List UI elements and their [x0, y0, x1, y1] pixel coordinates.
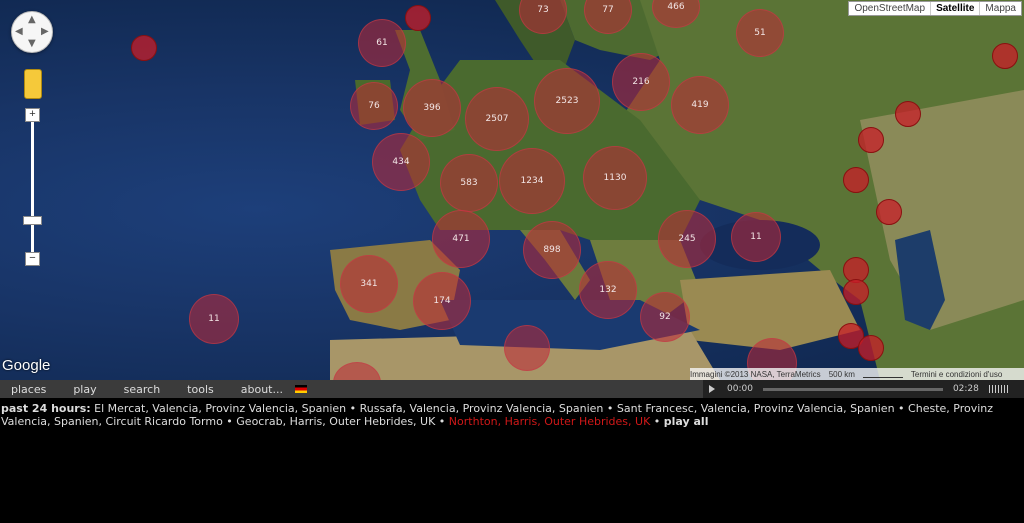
- volume-icon[interactable]: [988, 385, 1009, 393]
- map-type-openstreetmap[interactable]: OpenStreetMap: [849, 2, 930, 15]
- pan-right-icon[interactable]: ▶: [41, 27, 49, 37]
- recent-place-link-active[interactable]: Northton, Harris, Outer Hebrides, UK: [449, 415, 651, 428]
- scale-label: 500 km: [828, 369, 855, 379]
- attribution-text: Immagini ©2013 NASA, TerraMetrics: [690, 369, 821, 379]
- marker[interactable]: [131, 35, 157, 61]
- street-view-pegman-icon[interactable]: [24, 69, 42, 99]
- total-time: 02:28: [952, 384, 979, 394]
- play-all-link[interactable]: play all: [664, 415, 709, 428]
- marker-cluster[interactable]: 1130: [583, 146, 647, 210]
- marker-cluster[interactable]: 471: [432, 210, 490, 268]
- marker-cluster[interactable]: 132: [579, 261, 637, 319]
- marker[interactable]: [895, 101, 921, 127]
- pan-left-icon[interactable]: ◀: [15, 27, 23, 37]
- terms-link[interactable]: Termini e condizioni d'uso: [911, 370, 1002, 379]
- menu-tools[interactable]: tools: [176, 383, 230, 396]
- marker-cluster[interactable]: 76: [350, 82, 398, 130]
- recent-place-link[interactable]: Russafa, Valencia, Provinz Valencia, Spa…: [360, 402, 604, 415]
- marker-cluster[interactable]: [504, 325, 550, 371]
- menu-search[interactable]: search: [113, 383, 177, 396]
- marker-cluster[interactable]: 216: [612, 53, 670, 111]
- german-flag-icon[interactable]: [294, 385, 307, 393]
- zoom-slider-knob[interactable]: [23, 216, 42, 225]
- marker-cluster[interactable]: 61: [358, 19, 406, 67]
- zoom-in-button[interactable]: +: [25, 108, 40, 122]
- map-view[interactable]: 73 77 466 61 51 76 396 2523 216 419 2507…: [0, 0, 1024, 380]
- marker-cluster[interactable]: 898: [523, 221, 581, 279]
- pan-down-icon[interactable]: ▼: [28, 39, 36, 49]
- menu-play[interactable]: play: [62, 383, 112, 396]
- marker[interactable]: [858, 335, 884, 361]
- marker[interactable]: [405, 5, 431, 31]
- marker[interactable]: [992, 43, 1018, 69]
- map-attribution: Immagini ©2013 NASA, TerraMetrics 500 km…: [690, 368, 1024, 380]
- recent-label: past 24 hours:: [1, 402, 91, 415]
- pan-up-icon[interactable]: ▲: [28, 15, 36, 25]
- recent-place-link[interactable]: El Mercat, Valencia, Provinz Valencia, S…: [94, 402, 346, 415]
- menu-bar: places play search tools about...: [0, 380, 703, 398]
- marker[interactable]: [843, 279, 869, 305]
- progress-track[interactable]: [762, 387, 943, 391]
- marker-cluster[interactable]: 51: [736, 9, 784, 57]
- current-time: 00:00: [727, 384, 753, 394]
- map-type-control: OpenStreetMap Satellite Mappa: [848, 1, 1022, 16]
- marker-cluster[interactable]: 583: [440, 154, 498, 212]
- zoom-out-button[interactable]: −: [25, 252, 40, 266]
- marker-cluster[interactable]: 245: [658, 210, 716, 268]
- map-type-satellite[interactable]: Satellite: [930, 2, 979, 15]
- recent-places: past 24 hours: El Mercat, Valencia, Prov…: [1, 402, 994, 428]
- marker-cluster[interactable]: 11: [189, 294, 239, 344]
- marker[interactable]: [843, 167, 869, 193]
- scale-bar: [862, 371, 903, 378]
- google-logo: Google: [2, 357, 51, 374]
- menu-places[interactable]: places: [0, 383, 62, 396]
- marker[interactable]: [858, 127, 884, 153]
- map-type-mappa[interactable]: Mappa: [979, 2, 1021, 15]
- marker-cluster[interactable]: 2507: [465, 87, 529, 151]
- zoom-slider-track[interactable]: [31, 113, 34, 258]
- audio-player: 00:00 02:28: [703, 380, 1024, 398]
- recent-place-link[interactable]: Sant Francesc, Valencia, Provinz Valenci…: [617, 402, 895, 415]
- pan-control[interactable]: ▲ ▼ ◀ ▶: [11, 11, 53, 53]
- marker-cluster[interactable]: 2523: [534, 68, 600, 134]
- marker-cluster[interactable]: 92: [640, 292, 690, 342]
- marker-cluster[interactable]: 396: [403, 79, 461, 137]
- marker-cluster[interactable]: 419: [671, 76, 729, 134]
- marker-cluster[interactable]: 434: [372, 133, 430, 191]
- recent-place-link[interactable]: Geocrab, Harris, Outer Hebrides, UK: [236, 415, 435, 428]
- marker-cluster[interactable]: 174: [413, 272, 471, 330]
- marker-cluster[interactable]: 1234: [499, 148, 565, 214]
- play-icon[interactable]: [709, 385, 715, 393]
- marker-cluster[interactable]: 341: [340, 255, 398, 313]
- marker[interactable]: [876, 199, 902, 225]
- menu-about[interactable]: about...: [230, 383, 299, 396]
- marker-cluster[interactable]: 11: [731, 212, 781, 262]
